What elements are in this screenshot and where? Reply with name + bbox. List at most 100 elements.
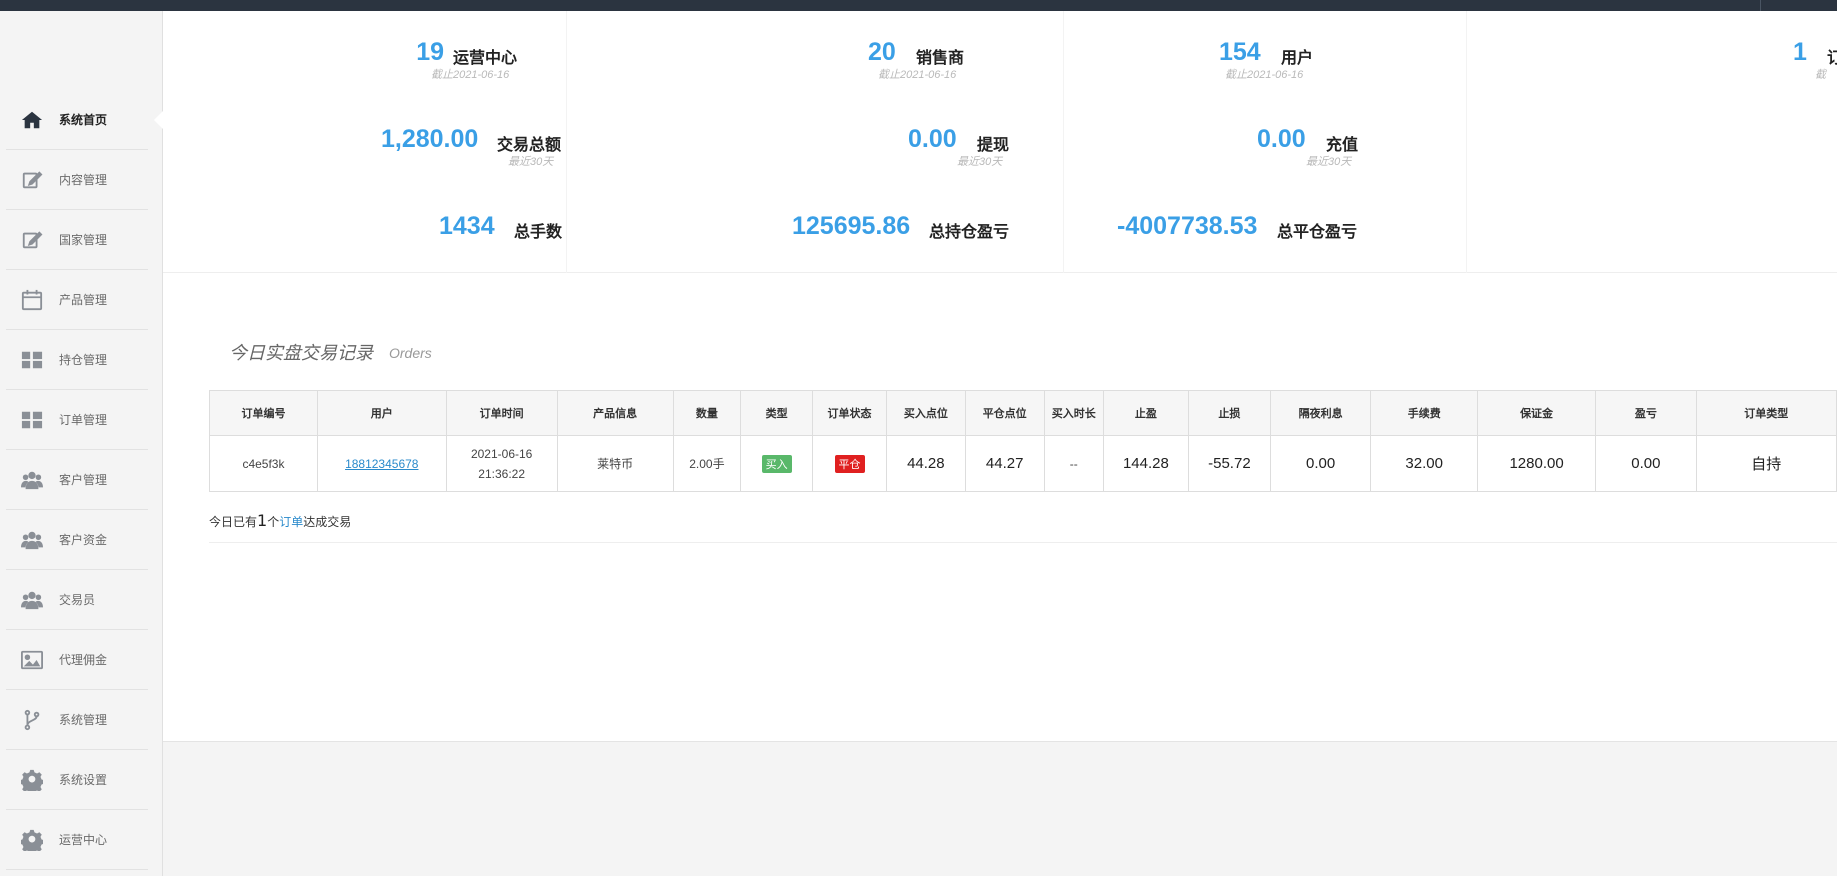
- users-icon: [20, 468, 44, 492]
- sidebar-item-label: 运营中心: [59, 833, 108, 847]
- sidebar-item-system-settings[interactable]: 系统设置: [6, 750, 148, 810]
- column-header: 保证金: [1477, 390, 1597, 436]
- stat-label: 销售商: [916, 48, 965, 67]
- order-product: 莱特币: [556, 435, 674, 492]
- stat-label: 提现: [977, 135, 1010, 154]
- navbar-divider: [1760, 0, 1761, 11]
- sidebar-item-traders[interactable]: 交易员: [6, 570, 148, 630]
- stat-deposits: 0.00 充值 最近30天: [1063, 98, 1463, 185]
- column-header: 数量: [672, 390, 742, 436]
- table-row: c4e5f3k 18812345678 2021-06-16 21:36:22 莱…: [209, 435, 1837, 492]
- order-take-profit: 144.28: [1102, 435, 1189, 492]
- order-status-cell: 平仓: [812, 435, 887, 492]
- stat-value: 154: [1219, 38, 1261, 66]
- users-icon: [20, 588, 44, 612]
- stat-subtitle: 最近30天: [508, 156, 554, 168]
- sidebar-item-country[interactable]: 国家管理: [6, 210, 148, 270]
- branch-icon: [20, 708, 44, 732]
- sidebar-item-content[interactable]: 内容管理: [6, 150, 148, 210]
- sidebar-item-system-admin[interactable]: 系统管理: [6, 690, 148, 750]
- column-header: 订单类型: [1695, 390, 1837, 436]
- column-header: 手续费: [1370, 390, 1479, 436]
- sidebar-item-label: 系统设置: [59, 773, 108, 787]
- stat-subtitle: 最近30天: [1306, 156, 1352, 168]
- sidebar-item-product[interactable]: 产品管理: [6, 270, 148, 330]
- order-margin: 1280.00: [1477, 435, 1597, 492]
- sidebar-item-positions[interactable]: 持仓管理: [6, 330, 148, 390]
- sidebar-item-commission[interactable]: 代理佣金: [6, 630, 148, 690]
- divider: [209, 542, 1837, 543]
- summary-suffix: 达成交易: [303, 515, 352, 529]
- stat-orders: 1 订 截: [1763, 11, 1837, 98]
- summary-prefix: 今日已有: [209, 515, 258, 529]
- stats-panel: 19 运营中心 截止2021-06-16 20 销售商 截止2021-06-16…: [163, 11, 1837, 273]
- gear-icon: [20, 828, 44, 852]
- column-header: 类型: [740, 390, 814, 436]
- edit-icon: [20, 168, 44, 192]
- stat-closed-pnl: -4007738.53 总平仓盈亏: [1063, 185, 1463, 272]
- stat-label: 总持仓盈亏: [929, 222, 1010, 241]
- order-user-cell: 18812345678: [316, 435, 447, 492]
- stat-trade-total: 1,280.00 交易总额 最近30天: [163, 98, 563, 185]
- sidebar-item-home[interactable]: 系统首页: [6, 90, 165, 150]
- grid-icon: [20, 348, 44, 372]
- sidebar-nav: 系统首页 内容管理 国家管理 产品管理 持仓管理 订单管理 客户管理 客户资金: [6, 90, 165, 870]
- column-divider: [1466, 11, 1467, 273]
- sidebar-item-label: 国家管理: [59, 233, 108, 247]
- stat-value: 20: [868, 38, 896, 66]
- column-header: 盈亏: [1595, 390, 1697, 436]
- main-content: 19 运营中心 截止2021-06-16 20 销售商 截止2021-06-16…: [163, 11, 1837, 742]
- stat-value: 1: [1793, 38, 1807, 66]
- stat-open-pnl: 125695.86 总持仓盈亏: [663, 185, 1063, 272]
- stat-value: 1434: [439, 212, 495, 240]
- order-date: 2021-06-16: [470, 446, 533, 461]
- stat-total-lots: 1434 总手数: [163, 185, 563, 272]
- column-header: 买入点位: [885, 390, 966, 436]
- stat-label: 总平仓盈亏: [1277, 222, 1358, 241]
- stat-users: 154 用户 截止2021-06-16: [1063, 11, 1463, 98]
- orders-table: 订单编号 用户 订单时间 产品信息 数量 类型 订单状态 买入点位 平仓点位 买…: [209, 390, 1837, 492]
- sidebar-item-label: 系统首页: [59, 113, 108, 127]
- order-stop-loss: -55.72: [1187, 435, 1271, 492]
- sidebar: 系统首页 内容管理 国家管理 产品管理 持仓管理 订单管理 客户管理 客户资金: [0, 11, 165, 876]
- home-icon: [20, 108, 44, 132]
- sidebar-item-customer-funds[interactable]: 客户资金: [6, 510, 148, 570]
- column-header: 平仓点位: [964, 390, 1045, 436]
- stat-label: 充值: [1326, 135, 1359, 154]
- sidebar-item-operations-center[interactable]: 运营中心: [6, 810, 148, 870]
- sidebar-item-label: 客户管理: [59, 473, 108, 487]
- column-header: 用户: [316, 390, 447, 436]
- orders-summary: 今日已有1个订单达成交易: [209, 511, 351, 530]
- sidebar-item-orders[interactable]: 订单管理: [6, 390, 148, 450]
- stat-value: 0.00: [1257, 125, 1306, 153]
- user-link[interactable]: 18812345678: [345, 457, 418, 471]
- stat-subtitle: 截: [1815, 69, 1826, 81]
- sidebar-item-label: 内容管理: [59, 173, 108, 187]
- stat-label: 总手数: [514, 222, 563, 241]
- stat-dealers: 20 销售商 截止2021-06-16: [663, 11, 1003, 98]
- stat-subtitle: 截止2021-06-16: [878, 69, 957, 81]
- column-header: 订单时间: [445, 390, 558, 436]
- order-fee: 32.00: [1370, 435, 1479, 492]
- status-badge: 平仓: [834, 454, 865, 473]
- order-kind: 自持: [1695, 435, 1837, 492]
- order-pnl: 0.00: [1595, 435, 1697, 492]
- column-header: 隔夜利息: [1269, 390, 1372, 436]
- orders-link[interactable]: 订单: [279, 515, 303, 529]
- orders-section-title: 今日实盘交易记录: [229, 343, 373, 364]
- column-header: 产品信息: [556, 390, 674, 436]
- order-quantity: 2.00手: [672, 435, 742, 492]
- sidebar-item-label: 交易员: [59, 593, 96, 607]
- sidebar-item-label: 系统管理: [59, 713, 108, 727]
- column-divider: [566, 11, 567, 273]
- stat-value: -4007738.53: [1117, 212, 1258, 240]
- calendar-icon: [20, 288, 44, 312]
- sidebar-item-label: 客户资金: [59, 533, 108, 547]
- order-close-price: 44.27: [964, 435, 1045, 492]
- stat-value: 0.00: [908, 125, 957, 153]
- column-header: 订单状态: [812, 390, 887, 436]
- summary-count: 1: [257, 511, 268, 530]
- sidebar-item-label: 订单管理: [59, 413, 108, 427]
- sidebar-item-label: 代理佣金: [59, 653, 108, 667]
- sidebar-item-customers[interactable]: 客户管理: [6, 450, 148, 510]
